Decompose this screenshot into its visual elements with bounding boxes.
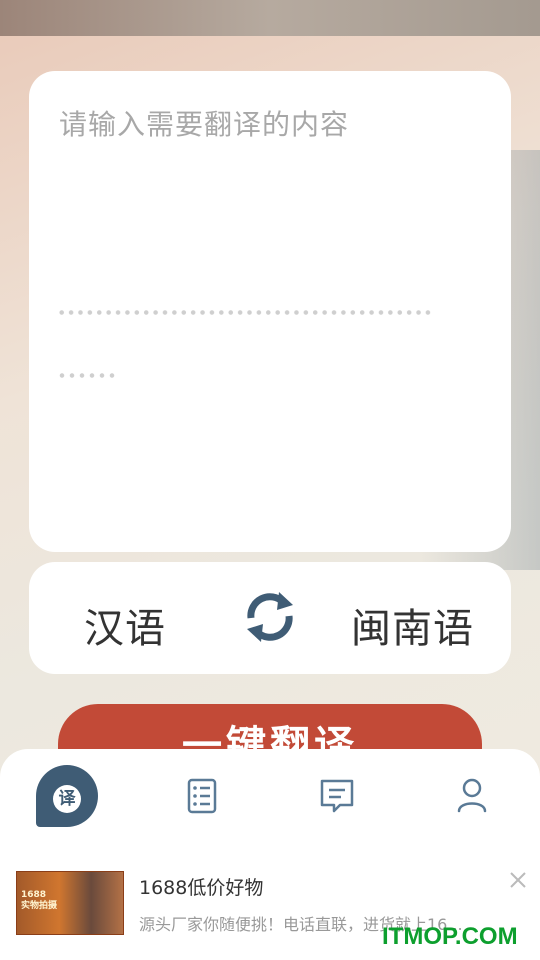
person-icon: [457, 778, 487, 813]
message-icon: [320, 779, 354, 813]
watermark: ITMOP.COM: [382, 923, 518, 950]
ad-title[interactable]: 1688低价好物: [139, 873, 263, 900]
input-placeholder[interactable]: 请输入需要翻译的内容: [59, 103, 349, 143]
tab-messages[interactable]: [302, 761, 372, 831]
translate-icon: 译: [36, 765, 98, 827]
ad-thumb-line2: 实物拍摄: [21, 901, 58, 911]
translate-tab-label: 译: [53, 785, 81, 813]
source-language[interactable]: 汉语: [84, 596, 166, 654]
translation-input-card[interactable]: 请输入需要翻译的内容: [29, 71, 511, 552]
swap-arrows-icon[interactable]: [241, 588, 299, 646]
ad-thumb-line1: 1688: [21, 890, 47, 900]
tab-list[interactable]: [167, 761, 237, 831]
tab-profile[interactable]: [438, 761, 508, 831]
checklist-icon: [187, 778, 217, 814]
input-dotted-line: [57, 310, 432, 315]
close-icon[interactable]: [507, 869, 529, 891]
target-language[interactable]: 闽南语: [351, 596, 474, 654]
tab-translate[interactable]: 译: [34, 761, 104, 831]
ad-thumbnail-text: 1688 实物拍摄: [21, 890, 57, 912]
ad-thumbnail[interactable]: 1688 实物拍摄: [16, 871, 124, 935]
language-selector-card: 汉语 闽南语: [29, 562, 511, 674]
status-bar: [0, 0, 540, 36]
input-dotted-line-short: [57, 373, 119, 378]
